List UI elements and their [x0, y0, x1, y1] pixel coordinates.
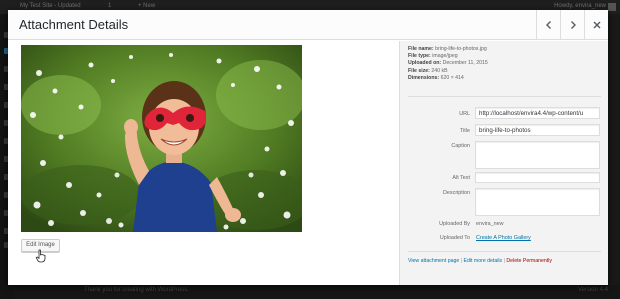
footer-version: Version 4.4 — [577, 287, 608, 293]
previous-button[interactable] — [536, 10, 560, 40]
file-name-label: File name: — [408, 46, 434, 52]
chevron-left-icon — [545, 21, 551, 29]
view-attachment-page-link[interactable]: View attachment page — [408, 258, 459, 264]
uploaded-to-label: Uploaded To — [439, 235, 470, 241]
next-button[interactable] — [560, 10, 584, 40]
caption-label: Caption — [451, 143, 470, 149]
title-label: Title — [460, 128, 470, 134]
chevron-right-icon — [570, 21, 576, 29]
uploaded-to-link[interactable]: Create A Photo Gallery — [476, 235, 531, 241]
admin-footer: Thank you for creating with WordPress. V… — [14, 285, 620, 299]
alt-text-label: Alt Text — [452, 175, 470, 181]
avatar[interactable] — [608, 3, 616, 11]
dimensions-label: Dimensions: — [408, 74, 440, 81]
title-field[interactable]: bring-life-to-photos — [475, 124, 600, 136]
uploaded-on-value: December 11, 2015 — [442, 60, 488, 67]
admin-bar-howdy[interactable]: Howdy, envira_new — [554, 3, 606, 9]
girl-in-flower-field-photo — [21, 45, 302, 232]
description-label: Description — [443, 190, 470, 196]
uploaded-on-label: Uploaded on: — [408, 60, 442, 67]
divider — [408, 96, 601, 97]
action-separator: | — [460, 258, 463, 264]
close-button[interactable] — [584, 10, 608, 40]
divider — [408, 251, 601, 252]
modal-title: Attachment Details — [19, 17, 129, 32]
hand-pointer-cursor-icon — [35, 249, 46, 263]
description-textarea[interactable] — [475, 188, 600, 216]
modal-header: Attachment Details — [8, 10, 608, 40]
admin-bar-site-name[interactable]: My Test Site - Updated — [20, 3, 81, 9]
url-field[interactable]: http://localhost/envira4.4/wp-content/u — [475, 107, 600, 119]
attachment-details-modal: Attachment Details Edit Image File name:… — [8, 10, 608, 285]
media-preview-pane: Edit Image — [8, 41, 399, 285]
file-size-label: File size: — [408, 67, 430, 74]
file-type-value: image/jpeg — [432, 53, 458, 60]
alt-text-field[interactable] — [475, 172, 600, 183]
close-icon — [593, 21, 600, 29]
file-size-value: 240 kB — [431, 67, 448, 74]
edit-more-details-link[interactable]: Edit more details — [464, 258, 503, 264]
uploaded-by-value: envira_new — [476, 221, 504, 227]
admin-bar-new-link[interactable]: + New — [138, 3, 155, 9]
file-name-value: bring-life-to-photos.jpg — [435, 46, 487, 52]
action-separator: | — [503, 258, 505, 264]
dimensions-value: 620 × 414 — [440, 74, 464, 81]
attachment-actions: View attachment page | Edit more details… — [408, 258, 552, 264]
caption-textarea[interactable] — [475, 141, 600, 169]
attachment-image — [21, 45, 302, 232]
admin-bar-updates-count[interactable]: 1 — [108, 3, 111, 9]
file-meta: File name: bring-life-to-photos.jpg File… — [408, 46, 488, 82]
file-type-label: File type: — [408, 53, 431, 60]
delete-permanently-link[interactable]: Delete Permanently — [506, 258, 552, 264]
url-label: URL — [459, 111, 470, 117]
uploaded-by-label: Uploaded By — [439, 221, 470, 227]
footer-thanks: Thank you for creating with WordPress. — [84, 287, 189, 293]
attachment-details-sidebar: File name: bring-life-to-photos.jpg File… — [399, 41, 608, 285]
